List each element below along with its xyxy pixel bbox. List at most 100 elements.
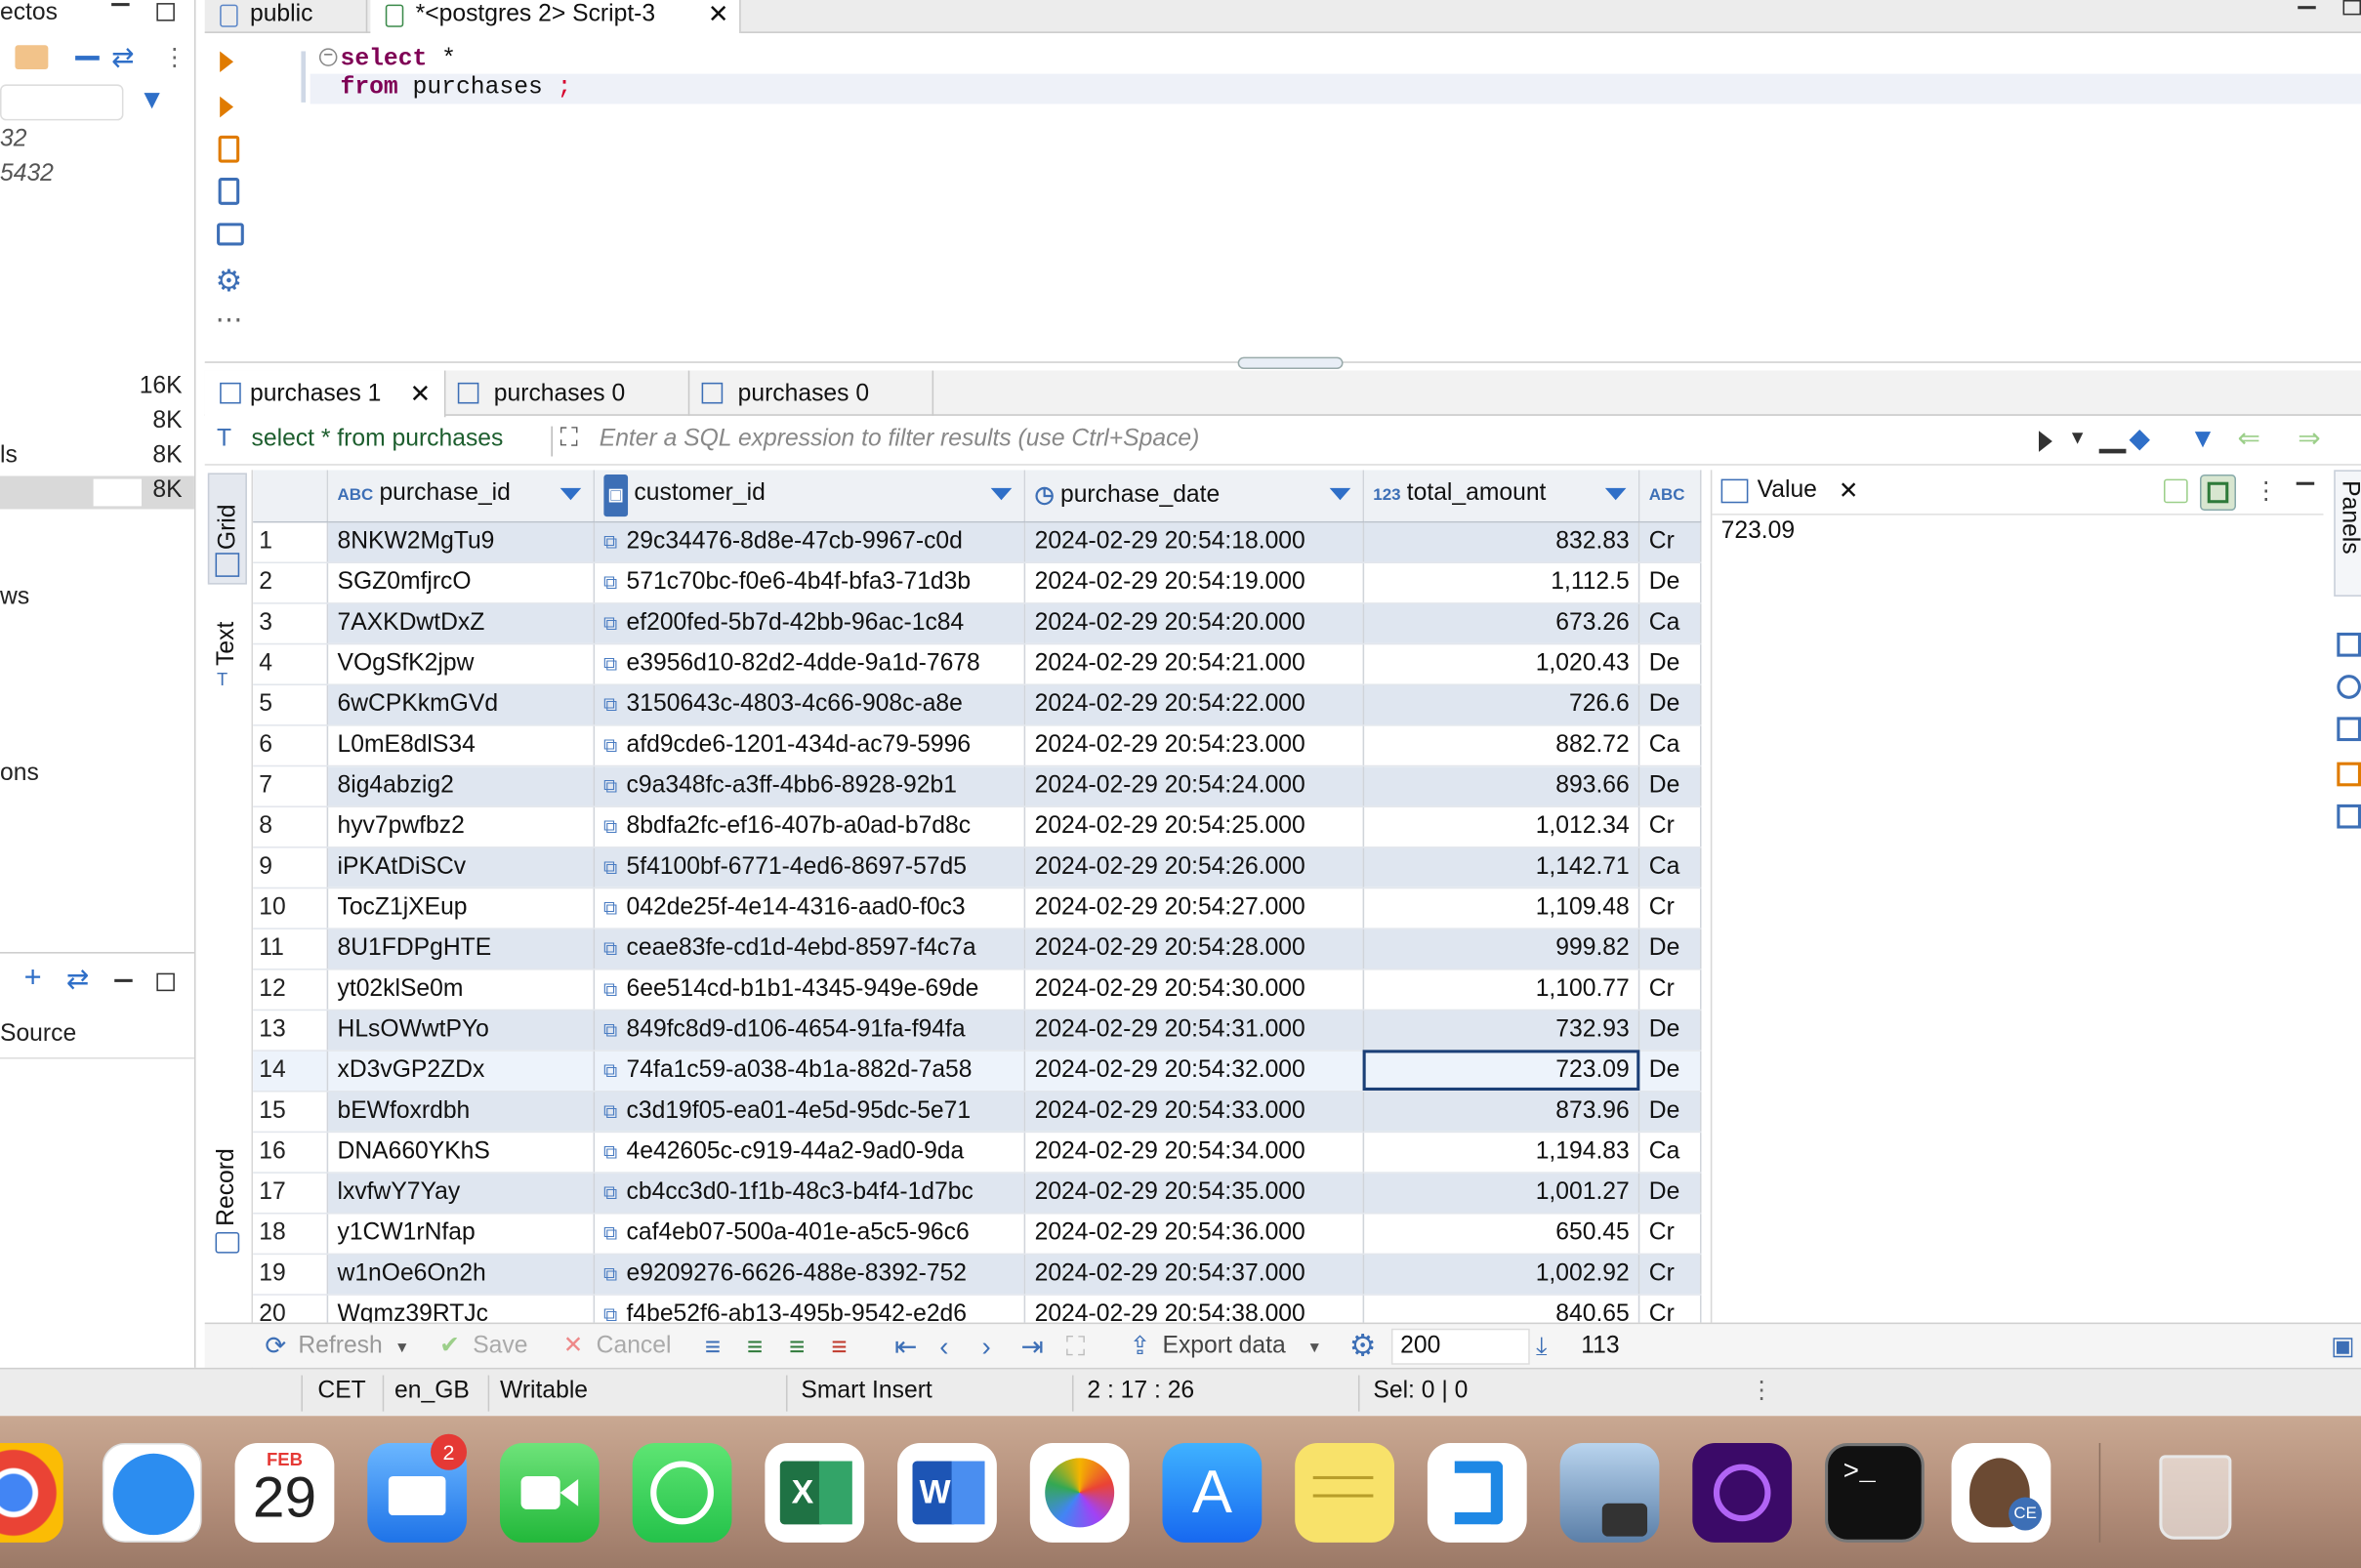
payment-cell[interactable]: De — [1638, 561, 1702, 603]
tor-browser-icon[interactable] — [1692, 1443, 1793, 1543]
purchase-id-cell[interactable]: Wqmz39RTJc — [327, 1294, 595, 1323]
total-amount-cell[interactable]: 832.83 — [1363, 520, 1640, 563]
panel-layout-icon[interactable]: ▣ — [2331, 1324, 2355, 1369]
purchase-id-cell[interactable]: 6wCPKkmGVd — [327, 683, 595, 725]
table-row[interactable]: 19 w1nOe6On2h ⧉ e9209276-6626-488e-8392-752… — [253, 1253, 1702, 1296]
purchase-date-cell[interactable]: 2024-02-29 20:54:18.000 — [1024, 520, 1365, 563]
table-row[interactable]: 5 6wCPKkmGVd ⧉ 3150643c-4803-4c66-908c-a8e 2… — [253, 683, 1702, 725]
purchase-date-cell[interactable]: 2024-02-29 20:54:24.000 — [1024, 764, 1365, 807]
execute-script-icon[interactable] — [218, 135, 240, 163]
open-link-icon[interactable]: ⧉ — [603, 651, 617, 674]
trash-icon[interactable] — [2144, 1443, 2244, 1543]
purchase-id-cell[interactable]: 8ig4abzig2 — [327, 764, 595, 807]
column-header-purchase-date[interactable]: ◷ purchase_date — [1024, 470, 1365, 522]
save-button[interactable]: Save — [473, 1324, 527, 1369]
panel-icon[interactable] — [2337, 804, 2361, 829]
open-link-icon[interactable]: ⧉ — [603, 1302, 617, 1323]
purchase-id-cell[interactable]: bEWfoxrdbh — [327, 1090, 595, 1133]
open-link-icon[interactable]: ⧉ — [603, 814, 617, 837]
payment-cell[interactable]: De — [1638, 683, 1702, 725]
payment-cell[interactable]: Cr — [1638, 1253, 1702, 1296]
panel-icon[interactable] — [2337, 675, 2361, 699]
panels-toggle[interactable]: Panels — [2334, 470, 2361, 597]
open-link-icon[interactable]: ⧉ — [603, 570, 617, 593]
sidebar-filter-input[interactable] — [0, 84, 124, 121]
payment-cell[interactable]: De — [1638, 642, 1702, 685]
next-page-icon[interactable]: › — [981, 1324, 990, 1369]
payment-cell[interactable]: Cr — [1638, 1294, 1702, 1323]
tab-grid[interactable]: Grid — [207, 473, 247, 585]
customer-id-cell[interactable]: ⧉ 4e42605c-c919-44a2-9ad0-9da — [593, 1131, 1026, 1174]
forward-icon[interactable]: ⇒ — [2298, 424, 2320, 455]
insert-mode[interactable]: Smart Insert — [801, 1369, 932, 1414]
payment-cell[interactable]: De — [1638, 1009, 1702, 1052]
total-amount-cell[interactable]: 650.45 — [1363, 1212, 1640, 1255]
current-query[interactable]: select * from purchases — [252, 427, 504, 454]
terminal-icon[interactable]: >_ — [1825, 1443, 1925, 1543]
table-row[interactable]: 17 lxvfwY7Yay ⧉ cb4cc3d0-1f1b-48c3-b4f4-1d7… — [253, 1172, 1702, 1214]
panel-icon[interactable] — [2337, 717, 2361, 742]
table-row[interactable]: 2 SGZ0mfjrcO ⧉ 571c70bc-f0e6-4b4f-bfa3-71d3… — [253, 561, 1702, 603]
add-icon[interactable]: + — [24, 961, 42, 995]
customer-id-cell[interactable]: ⧉ cb4cc3d0-1f1b-48c3-b4f4-1d7bc — [593, 1172, 1026, 1214]
column-header-customer-id[interactable]: ▣ customer_id — [593, 470, 1026, 522]
add-row-icon[interactable]: ≡ — [747, 1324, 763, 1369]
purchase-date-cell[interactable]: 2024-02-29 20:54:27.000 — [1024, 887, 1365, 929]
purchase-id-cell[interactable]: 8U1FDPgHTE — [327, 928, 595, 970]
customer-id-cell[interactable]: ⧉ 3150643c-4803-4c66-908c-a8e — [593, 683, 1026, 725]
purchase-date-cell[interactable]: 2024-02-29 20:54:21.000 — [1024, 642, 1365, 685]
total-amount-cell[interactable]: 673.26 — [1363, 602, 1640, 644]
payment-cell[interactable]: De — [1638, 1172, 1702, 1214]
customer-id-cell[interactable]: ⧉ 571c70bc-f0e6-4b4f-bfa3-71d3b — [593, 561, 1026, 603]
customer-id-cell[interactable]: ⧉ ceae83fe-cd1d-4ebd-8597-f4c7a — [593, 928, 1026, 970]
purchase-date-cell[interactable]: 2024-02-29 20:54:23.000 — [1024, 724, 1365, 766]
table-row[interactable]: 11 8U1FDPgHTE ⧉ ceae83fe-cd1d-4ebd-8597-f4c… — [253, 928, 1702, 970]
mail-icon[interactable]: 2 — [367, 1433, 468, 1543]
purchase-date-cell[interactable]: 2024-02-29 20:54:32.000 — [1024, 1050, 1365, 1092]
customer-id-cell[interactable]: ⧉ 29c34476-8d8e-47cb-9967-c0d — [593, 520, 1026, 563]
panel-icon[interactable] — [2337, 762, 2361, 787]
purchase-id-cell[interactable]: SGZ0mfjrcO — [327, 561, 595, 603]
total-amount-cell[interactable]: 723.09 — [1363, 1050, 1640, 1092]
vscode-icon[interactable] — [1427, 1443, 1527, 1543]
purchase-date-cell[interactable]: 2024-02-29 20:54:33.000 — [1024, 1090, 1365, 1133]
more-icon[interactable]: ⋯ — [216, 305, 243, 336]
previous-page-icon[interactable]: ‹ — [939, 1324, 948, 1369]
sql-editor[interactable]: ⚙ ⋯ − select * from purchases ; — [204, 32, 2361, 362]
more-icon[interactable]: ⋮ — [2255, 476, 2279, 507]
total-amount-cell[interactable]: 726.6 — [1363, 683, 1640, 725]
purchase-id-cell[interactable]: HLsOWwtPYo — [327, 1009, 595, 1052]
customer-id-cell[interactable]: ⧉ caf4eb07-500a-401e-a5c5-96c6 — [593, 1212, 1026, 1255]
purchase-date-cell[interactable]: 2024-02-29 20:54:34.000 — [1024, 1131, 1365, 1174]
save-icon[interactable] — [2163, 478, 2188, 504]
purchase-id-cell[interactable]: w1nOe6On2h — [327, 1253, 595, 1296]
open-link-icon[interactable]: ⧉ — [603, 855, 617, 878]
total-amount-cell[interactable]: 1,100.77 — [1363, 969, 1640, 1011]
sort-arrow-icon[interactable] — [1605, 487, 1627, 501]
app-store-icon[interactable]: A — [1162, 1443, 1263, 1543]
total-amount-cell[interactable]: 1,112.5 — [1363, 561, 1640, 603]
table-row[interactable]: 7 8ig4abzig2 ⧉ c9a348fc-a3ff-4bb6-8928-92b1… — [253, 764, 1702, 807]
safari-icon[interactable] — [102, 1443, 202, 1543]
payment-cell[interactable]: De — [1638, 1090, 1702, 1133]
explain-plan-icon[interactable] — [218, 178, 240, 205]
customer-id-cell[interactable]: ⧉ 5f4100bf-6771-4ed6-8697-57d5 — [593, 846, 1026, 888]
table-row[interactable]: 9 iPKAtDiSCv ⧉ 5f4100bf-6771-4ed6-8697-57d5… — [253, 846, 1702, 888]
payment-cell[interactable]: De — [1638, 764, 1702, 807]
table-row[interactable]: 15 bEWfoxrdbh ⧉ c3d19f05-ea01-4e5d-95dc-5e7… — [253, 1090, 1702, 1133]
tab-record[interactable]: Record — [208, 1133, 247, 1262]
payment-cell[interactable]: Cr — [1638, 520, 1702, 563]
calendar-icon[interactable]: FEB 29 — [234, 1443, 335, 1543]
stickies-icon[interactable] — [1295, 1443, 1394, 1543]
purchase-date-cell[interactable]: 2024-02-29 20:54:19.000 — [1024, 561, 1365, 603]
customer-id-cell[interactable]: ⧉ 8bdfa2fc-ef16-407b-a0ad-b7d8c — [593, 805, 1026, 847]
close-icon[interactable]: ✕ — [409, 371, 431, 419]
total-amount-cell[interactable]: 999.82 — [1363, 928, 1640, 970]
tab-result-2[interactable]: purchases 0 — [449, 370, 690, 416]
customer-id-cell[interactable]: ⧉ 6ee514cd-b1b1-4345-949e-69de — [593, 969, 1026, 1011]
total-amount-cell[interactable]: 1,020.43 — [1363, 642, 1640, 685]
table-row[interactable]: 12 yt02klSe0m ⧉ 6ee514cd-b1b1-4345-949e-69d… — [253, 969, 1702, 1011]
refresh-button[interactable]: Refresh — [298, 1324, 382, 1369]
table-row[interactable]: 14 xD3vGP2ZDx ⧉ 74fa1c59-a038-4b1a-882d-7a5… — [253, 1050, 1702, 1092]
photos-icon[interactable] — [1029, 1443, 1130, 1543]
